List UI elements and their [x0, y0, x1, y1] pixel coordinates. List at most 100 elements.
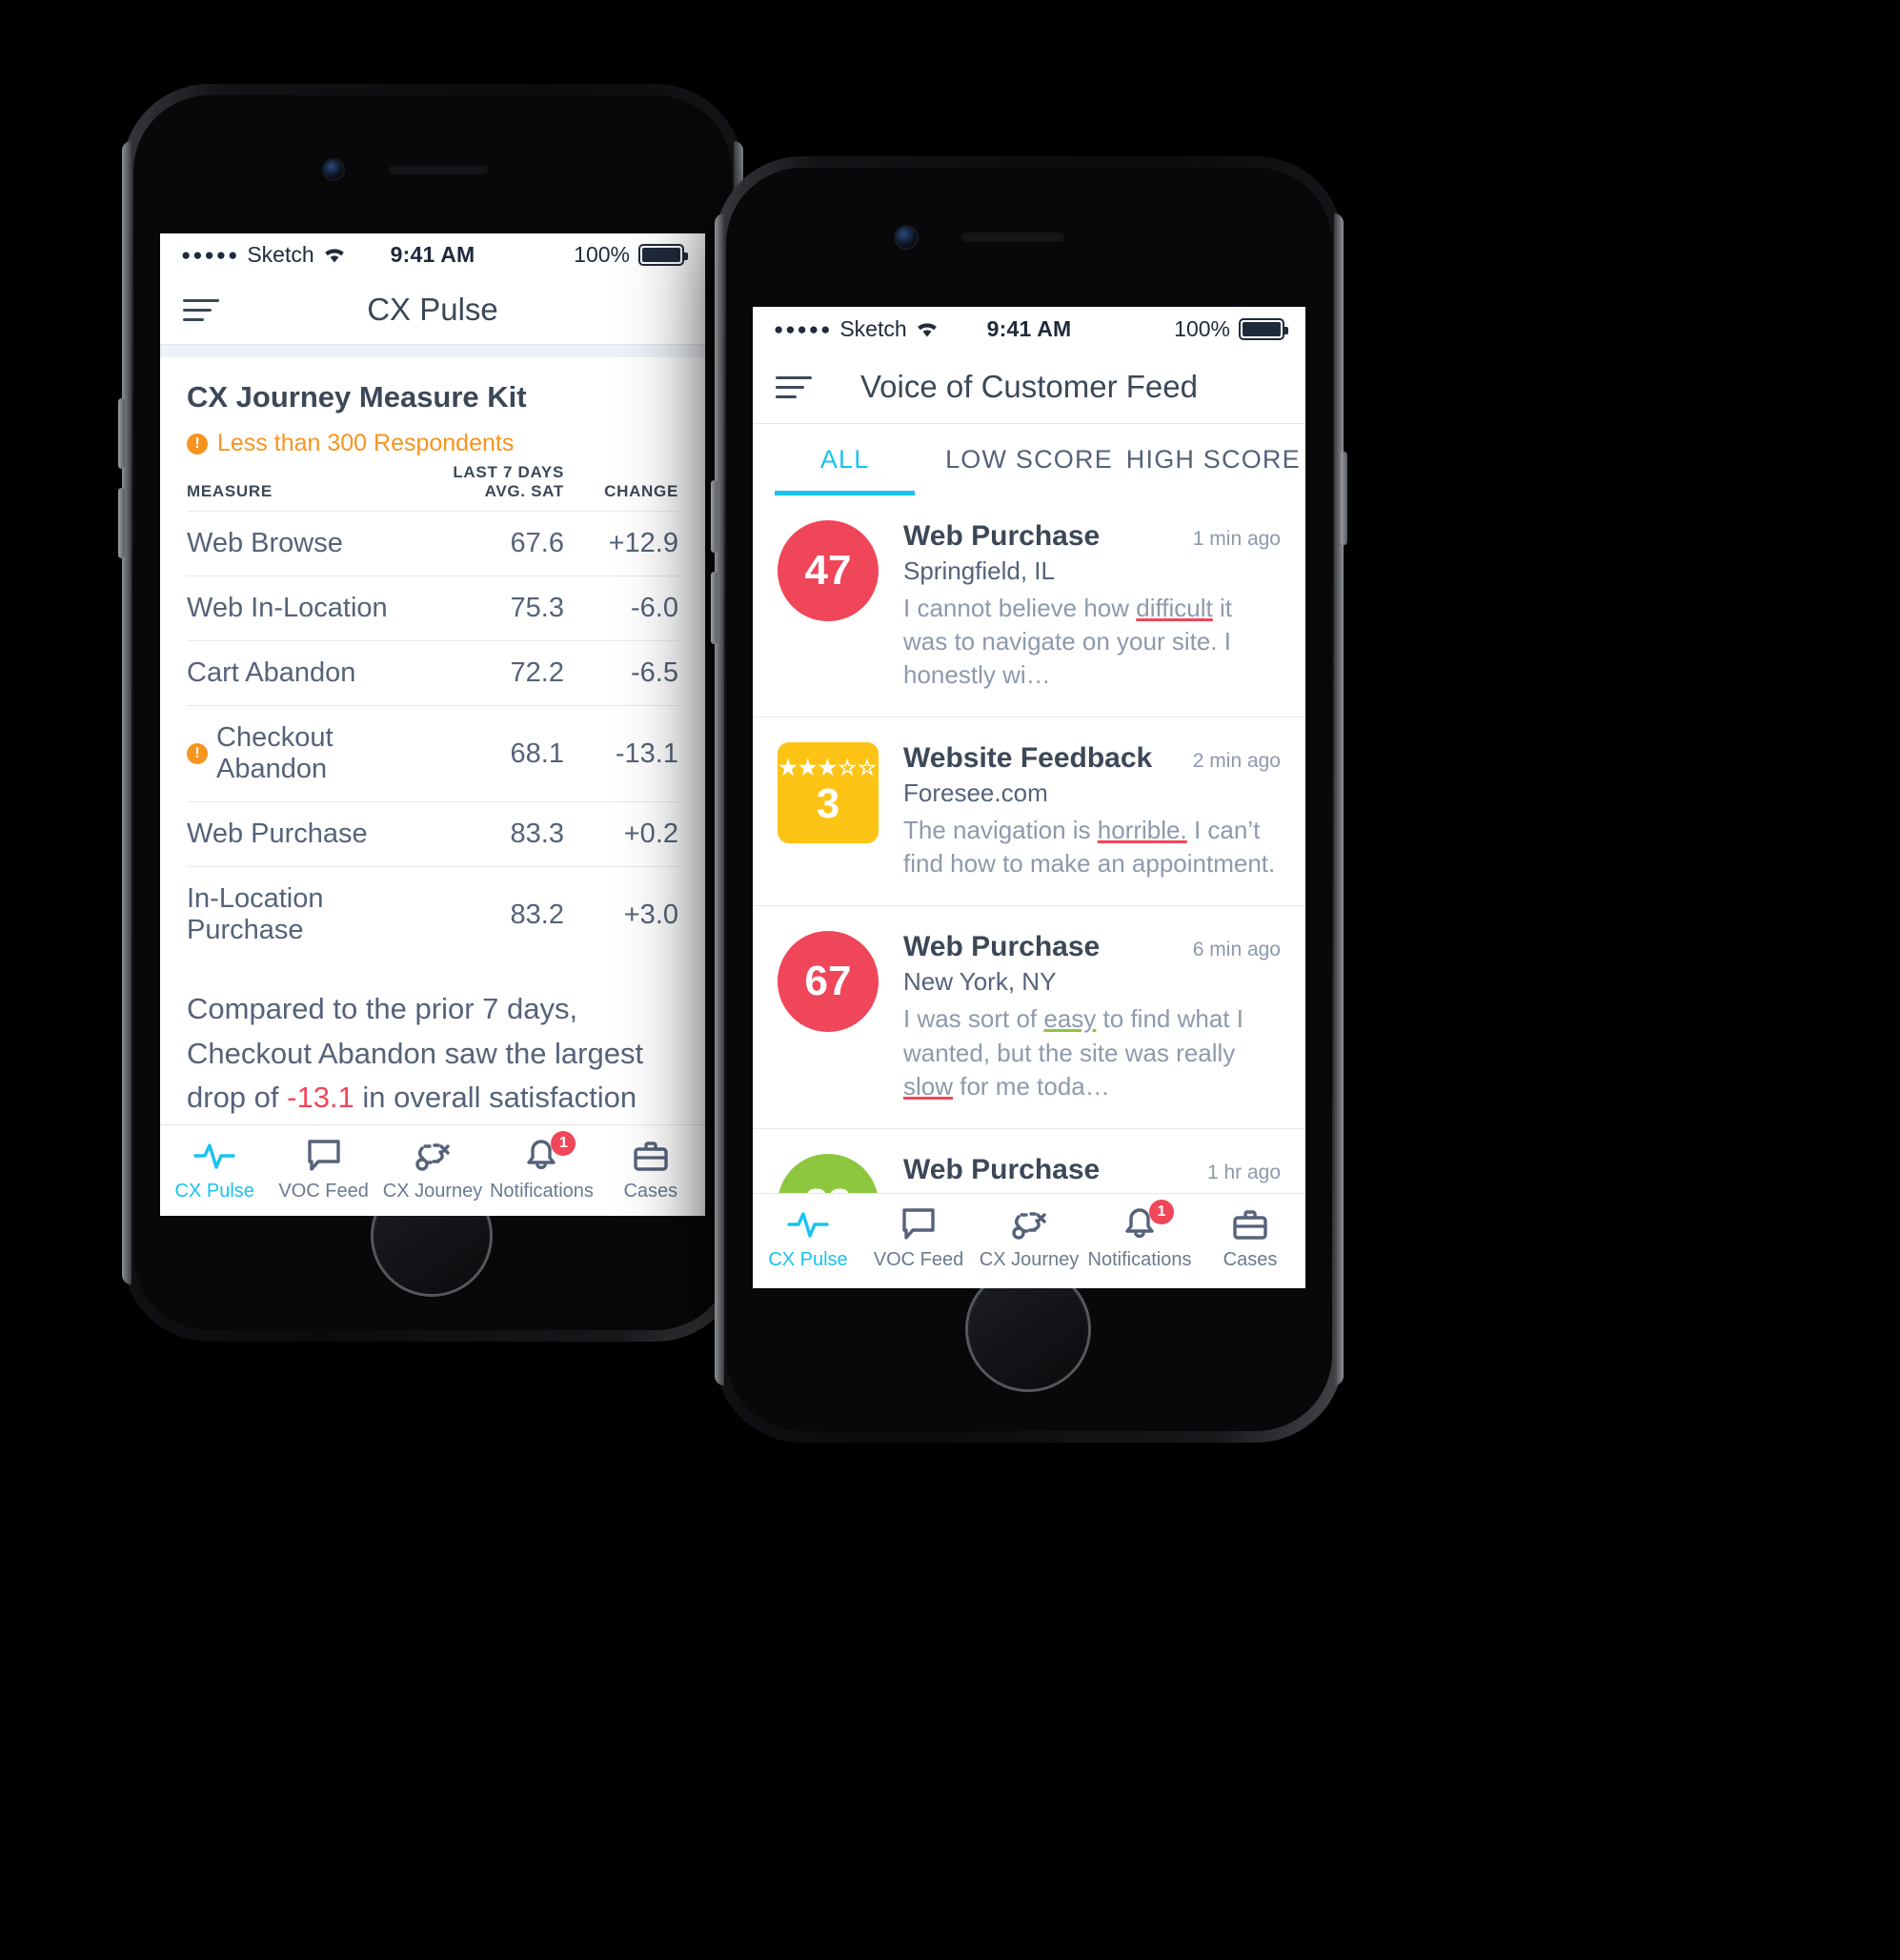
tab-notifications[interactable]: 1 Notifications [1084, 1200, 1195, 1271]
feedback-text-post-2: for me toda… [953, 1071, 1110, 1101]
table-row[interactable]: ! Checkout Abandon 68.1 -13.1 [187, 705, 678, 802]
feed-item[interactable]: 88 Web Purchase 1 hr ago San Jose, CA I … [753, 1128, 1305, 1193]
table-row[interactable]: Web Browse 67.6 +12.9 [187, 511, 678, 576]
volume-up-button[interactable] [711, 480, 718, 553]
volume-down-button[interactable] [711, 572, 718, 644]
segment-high-score[interactable]: HIGH SCORE [1122, 445, 1305, 495]
tab-label: Notifications [1087, 1249, 1192, 1270]
feed-item-header: Web Purchase 1 hr ago [903, 1154, 1281, 1186]
page-title: Voice of Customer Feed [859, 369, 1198, 404]
respondents-warning-label: Less than 300 Respondents [217, 430, 515, 456]
signal-dots-icon: ●●●●● [181, 245, 240, 264]
measure-name: Cart Abandon [187, 657, 356, 688]
warning-icon: ! [187, 433, 208, 455]
feed-item-body: Web Purchase 1 hr ago San Jose, CA I did… [903, 1154, 1281, 1193]
pulse-icon [787, 1203, 829, 1243]
table-row[interactable]: Web In-Location 75.3 -6.0 [187, 576, 678, 641]
device-rail-left [122, 141, 131, 1284]
volume-down-button[interactable] [118, 488, 125, 558]
score-value: 47 [804, 547, 852, 594]
carrier-label: Sketch [839, 315, 907, 341]
tab-cx-pulse[interactable]: CX Pulse [160, 1135, 269, 1202]
tab-cases[interactable]: Cases [1195, 1203, 1305, 1271]
battery-percent-label: 100% [574, 241, 630, 267]
feed-item-location: Foresee.com [903, 778, 1048, 808]
cell-change: +3.0 [564, 866, 678, 962]
col-change: CHANGE [604, 482, 678, 500]
journey-map-icon [412, 1135, 454, 1175]
voc-feed-list[interactable]: 47 Web Purchase 1 min ago Springfield, I… [753, 495, 1305, 1193]
left-phone-screen: ●●●●● Sketch 9:41 AM 100% CX Pulse CX Jo… [160, 233, 705, 1216]
cell-change: -6.0 [564, 576, 678, 641]
measure-name: Web Purchase [187, 818, 368, 849]
tab-label: VOC Feed [278, 1181, 369, 1202]
col-avg-sat-line1: LAST 7 DAYS [453, 463, 564, 481]
briefcase-icon [630, 1135, 672, 1175]
power-button[interactable] [1341, 452, 1347, 545]
tab-voc-feed[interactable]: VOC Feed [863, 1203, 974, 1271]
measure-name: Web Browse [187, 528, 343, 558]
notification-badge: 1 [551, 1131, 576, 1156]
earpiece-speaker [388, 164, 489, 174]
bell-icon: 1 [1119, 1200, 1174, 1243]
pulse-icon [193, 1135, 235, 1175]
tab-cases[interactable]: Cases [596, 1135, 705, 1202]
cell-change: -13.1 [564, 705, 678, 802]
table-row[interactable]: Cart Abandon 72.2 -6.5 [187, 640, 678, 706]
cell-avg-sat: 75.3 [421, 576, 564, 641]
right-phone-screen: ●●●●● Sketch 9:41 AM 100% Voice of Custo… [753, 307, 1305, 1288]
signal-dots-icon: ●●●●● [774, 319, 833, 338]
tab-cx-journey[interactable]: CX Journey [378, 1135, 487, 1202]
cell-avg-sat: 72.2 [421, 640, 564, 706]
cell-avg-sat: 67.6 [421, 511, 564, 576]
hamburger-menu-icon[interactable] [776, 375, 812, 398]
wifi-icon [917, 322, 937, 336]
table-row[interactable]: In-Location Purchase 83.2 +3.0 [187, 866, 678, 962]
feed-item[interactable]: 47 Web Purchase 1 min ago Springfield, I… [753, 495, 1305, 718]
cell-change: -6.5 [564, 640, 678, 706]
tab-label: CX Pulse [174, 1181, 254, 1202]
tab-cx-pulse[interactable]: CX Pulse [753, 1203, 863, 1271]
tab-notifications[interactable]: 1 Notifications [487, 1131, 596, 1202]
score-badge: 67 [778, 931, 879, 1033]
cell-change: +12.9 [564, 511, 678, 576]
status-bar-right: 100% [1071, 316, 1288, 342]
speech-bubble-icon [303, 1135, 345, 1175]
status-bar-right: 100% [475, 241, 688, 268]
hamburger-menu-icon[interactable] [183, 298, 219, 321]
segment-all[interactable]: ALL [753, 445, 937, 495]
speech-bubble-icon [898, 1203, 940, 1243]
tab-label: Cases [623, 1181, 678, 1202]
feed-item[interactable]: 67 Web Purchase 6 min ago New York, NY I… [753, 906, 1305, 1129]
tab-label: VOC Feed [873, 1249, 964, 1270]
feed-item-text: I was sort of easy to find what I wanted… [903, 1002, 1281, 1102]
score-badge: 47 [778, 520, 879, 621]
measure-kit-title: CX Journey Measure Kit [187, 380, 527, 414]
feedback-highlight: horrible. [1097, 816, 1187, 845]
tab-label: CX Pulse [768, 1249, 848, 1270]
left-phone-device: ●●●●● Sketch 9:41 AM 100% CX Pulse CX Jo… [118, 84, 747, 1342]
front-camera [324, 160, 343, 179]
cell-measure: Web Purchase [187, 801, 421, 867]
table-row[interactable]: Web Purchase 83.3 +0.2 [187, 801, 678, 867]
tab-label: Notifications [489, 1181, 594, 1202]
score-value: 88 [805, 1181, 852, 1193]
warning-icon: ! [187, 743, 208, 764]
tab-label: Cases [1223, 1249, 1278, 1270]
status-bar-left: ●●●●● Sketch [181, 242, 391, 268]
feed-item[interactable]: ★★★☆☆ 3 Website Feedback 2 min ago Fores… [753, 717, 1305, 907]
measures-table-header-row: MEASURE LAST 7 DAYS AVG. SAT CHANGE [187, 463, 678, 512]
measure-name: Web In-Location [187, 593, 388, 623]
volume-up-button[interactable] [118, 398, 125, 469]
feed-item-title: Web Purchase [903, 931, 1101, 963]
measure-name: Checkout Abandon [216, 722, 334, 784]
segment-low-score[interactable]: LOW SCORE [937, 445, 1121, 495]
cell-measure: Web In-Location [187, 576, 421, 641]
feed-item-title: Website Feedback [903, 742, 1153, 775]
tab-voc-feed[interactable]: VOC Feed [269, 1135, 377, 1202]
tab-cx-journey[interactable]: CX Journey [974, 1203, 1084, 1271]
feed-item-body: Web Purchase 1 min ago Springfield, IL I… [903, 520, 1281, 692]
navigation-bar: CX Pulse [160, 275, 705, 344]
feed-item-title: Web Purchase [903, 1153, 1101, 1185]
feed-item-text: I cannot believe how difficult it was to… [903, 592, 1281, 692]
